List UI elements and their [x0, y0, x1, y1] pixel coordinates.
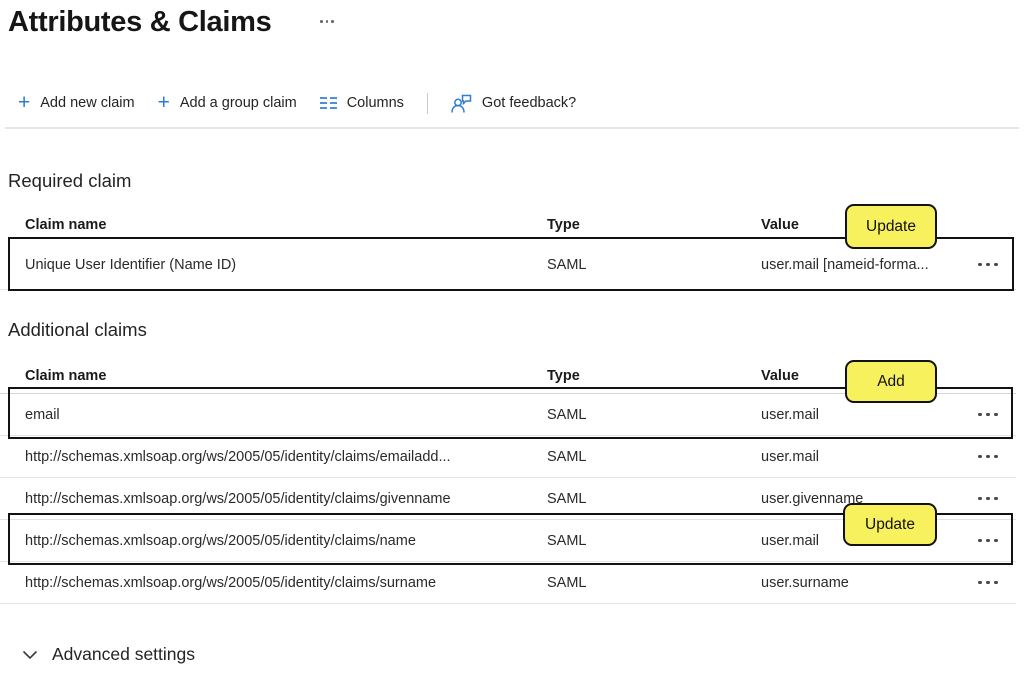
claim-name-cell: http://schemas.xmlsoap.org/ws/2005/05/id… [0, 449, 547, 465]
add-new-claim-button[interactable]: + Add new claim [18, 94, 135, 112]
claim-value-cell: user.mail [nameid-forma... [761, 257, 960, 273]
columns-button[interactable]: Columns [320, 95, 404, 111]
got-feedback-button[interactable]: Got feedback? [451, 94, 576, 113]
ellipsis-menu-icon [978, 263, 982, 267]
columns-icon [320, 96, 337, 110]
advanced-settings-label: Advanced settings [52, 644, 195, 665]
claim-type-cell: SAML [547, 575, 761, 591]
row-actions-button[interactable] [960, 562, 1016, 603]
claim-type-cell: SAML [547, 491, 761, 507]
claim-value-cell: user.mail [761, 407, 960, 423]
plus-icon: + [18, 94, 30, 112]
ellipsis-menu-icon [978, 581, 982, 585]
add-group-claim-label: Add a group claim [180, 95, 297, 111]
ellipsis-icon [320, 20, 323, 23]
additional-claims-heading: Additional claims [8, 319, 147, 341]
column-header-claim-name: Claim name [0, 217, 547, 233]
feedback-icon [451, 94, 472, 113]
row-actions-button[interactable] [960, 478, 1016, 519]
annotation-callout-add-email: Add [845, 360, 937, 403]
column-header-claim-name: Claim name [0, 368, 547, 384]
required-claim-heading: Required claim [8, 170, 131, 192]
attributes-claims-page: Attributes & Claims + Add new claim + Ad… [0, 0, 1024, 673]
claim-row-emailaddress[interactable]: http://schemas.xmlsoap.org/ws/2005/05/id… [0, 436, 1016, 478]
ellipsis-menu-icon [978, 455, 982, 459]
claim-type-cell: SAML [547, 407, 761, 423]
claim-name-cell: http://schemas.xmlsoap.org/ws/2005/05/id… [0, 491, 547, 507]
columns-label: Columns [347, 95, 404, 111]
claim-value-cell: user.mail [761, 449, 960, 465]
row-actions-button[interactable] [960, 394, 1016, 435]
chevron-down-icon [22, 650, 38, 660]
column-header-type: Type [547, 217, 761, 233]
row-actions-button[interactable] [960, 436, 1016, 477]
claim-name-cell: http://schemas.xmlsoap.org/ws/2005/05/id… [0, 575, 547, 591]
annotation-callout-update-name: Update [843, 503, 937, 546]
ellipsis-menu-icon [978, 413, 982, 417]
title-more-button[interactable] [316, 16, 338, 27]
advanced-settings-toggle[interactable]: Advanced settings [22, 644, 195, 665]
row-actions-button[interactable] [960, 240, 1016, 289]
command-bar: + Add new claim + Add a group claim Colu… [18, 88, 576, 118]
plus-icon: + [158, 94, 170, 112]
claim-row-surname[interactable]: http://schemas.xmlsoap.org/ws/2005/05/id… [0, 562, 1016, 604]
toolbar-separator [5, 127, 1019, 129]
claim-value-cell: user.surname [761, 575, 960, 591]
add-group-claim-button[interactable]: + Add a group claim [158, 94, 297, 112]
add-new-claim-label: Add new claim [40, 95, 134, 111]
claim-type-cell: SAML [547, 533, 761, 549]
page-title: Attributes & Claims [8, 6, 271, 39]
claim-name-cell: email [0, 407, 547, 423]
row-actions-button[interactable] [960, 520, 1016, 561]
claim-name-cell: http://schemas.xmlsoap.org/ws/2005/05/id… [0, 533, 547, 549]
ellipsis-menu-icon [978, 539, 982, 543]
got-feedback-label: Got feedback? [482, 95, 576, 111]
toolbar-divider [427, 93, 428, 114]
claim-type-cell: SAML [547, 449, 761, 465]
claim-name-cell: Unique User Identifier (Name ID) [0, 257, 547, 273]
column-header-type: Type [547, 368, 761, 384]
annotation-callout-update-required: Update [845, 204, 937, 249]
claim-type-cell: SAML [547, 257, 761, 273]
ellipsis-menu-icon [978, 497, 982, 501]
